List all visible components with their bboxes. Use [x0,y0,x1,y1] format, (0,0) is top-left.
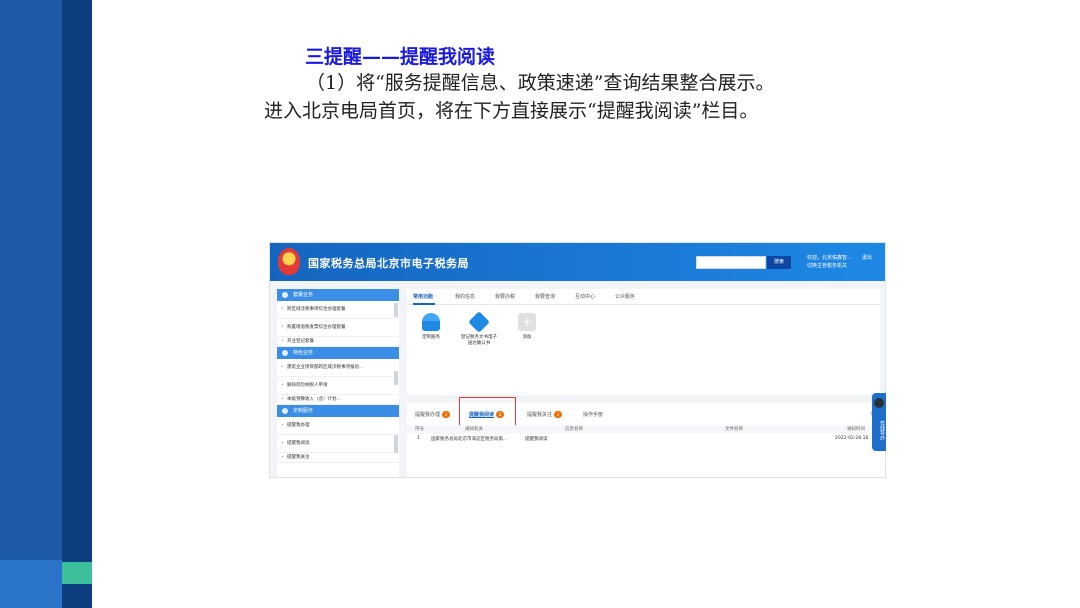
switch-tax-office-link[interactable]: 切换主管税务机关 [807,262,857,270]
add-icon: + [518,313,536,331]
assistant-avatar-icon [874,398,884,408]
count-badge: 1 [442,411,451,418]
slide-description-line1: （1）将“服务提醒信息、政策速递”查询结果整合展示。 [306,72,775,94]
sidebar-item[interactable]: 购置增值税发票综合办理套餐 [277,319,399,337]
tool-custom-service[interactable]: 定制服务 [411,313,451,340]
national-emblem-icon [278,248,300,275]
tool-label: 添加 [522,335,532,340]
person-icon [422,313,440,331]
sidebar-item[interactable]: 解除风险纳税人申请 [277,377,399,395]
slide-description-line2: 进入北京电局首页，将在下方直接展示“提醒我阅读”栏目。 [264,100,759,122]
slide: 三提醒——提醒我阅读 （1）将“服务提醒信息、政策速递”查询结果整合展示。 进入… [0,0,1080,608]
search-input[interactable] [696,256,766,269]
reminder-panel: 提醒我办理1 提醒我阅读1 提醒我关注1 操作手册 更多 序号 通知机关 信息名… [407,397,885,477]
sidebar-scrollbar[interactable] [394,303,398,317]
tool-document-confirm[interactable]: 登记税务文书电子送达确认书 [459,311,499,346]
cell-index: 1 [417,436,420,441]
decor-green-block [62,562,92,584]
sidebar-item[interactable]: 开业登记套餐 [277,337,399,347]
tool-label: 定制服务 [422,335,440,340]
tab-public[interactable]: 公众服务 [615,293,635,300]
column-header: 通知机关 [465,427,483,432]
sidebar-section-package[interactable]: 套餐业务 [277,289,399,301]
tab-remind-follow[interactable]: 提醒我关注 1 [527,411,563,418]
sidebar-item[interactable]: 跨区域涉税事项综合办理套餐 [277,301,399,319]
tab-label: 提醒我关注 [527,412,553,418]
column-header: 信息名称 [565,427,583,432]
sidebar-item[interactable]: 建筑企业项目部跨区域涉税事项报验... [277,359,399,377]
tab-interaction[interactable]: 互动中心 [575,293,595,300]
slide-heading: 三提醒——提醒我阅读 [305,46,496,68]
logout-link[interactable]: 退出 [862,254,872,262]
tool-add[interactable]: + 添加 [507,313,547,340]
portal-title: 国家税务总局北京市电子税务局 [308,257,469,270]
sidebar-scrollbar[interactable] [394,371,398,385]
cell-info-name: 提醒我阅读 [525,437,548,442]
user-greeting: 欢迎，北京佑鑫智... [807,255,852,261]
sidebar: 套餐业务 跨区域涉税事项综合办理套餐 购置增值税发票综合办理套餐 开业登记套餐 … [277,289,399,477]
search-button[interactable]: 搜索 [767,256,791,269]
tab-my-info[interactable]: 我的信息 [455,293,475,300]
column-header: 通知时间 [847,427,865,432]
document-check-icon [468,311,490,333]
cell-authority: 国家税务总局北京市海淀区税务局第... [431,437,508,442]
tab-query[interactable]: 我要查询 [535,293,555,300]
sidebar-item[interactable]: 本级预算收入（含）计划... [277,395,399,405]
portal-header: 国家税务总局北京市电子税务局 搜索 欢迎，北京佑鑫智... 切换主管税务机关 退… [270,243,885,281]
active-tab-indicator [413,303,435,305]
sidebar-item[interactable]: 提醒我办理 [277,417,399,435]
tab-label: 提醒我办理 [415,412,441,418]
tab-remind-handle[interactable]: 提醒我办理 1 [415,411,451,418]
decor-bar-left [0,0,62,608]
user-info: 欢迎，北京佑鑫智... 切换主管税务机关 [807,254,857,270]
sidebar-section-custom[interactable]: 定制服务 [277,405,399,417]
count-badge: 1 [554,411,563,418]
main-tabs: 常用功能 我的信息 我要办税 我要查询 互动中心 公众服务 [407,289,880,305]
sidebar-item[interactable]: 提醒我阅读 [277,435,399,453]
tab-tax-filing[interactable]: 我要办税 [495,293,515,300]
sidebar-section-special[interactable]: 特色业务 [277,347,399,359]
sidebar-scrollbar[interactable] [394,435,398,453]
widget-label: 在线导办 [879,420,885,440]
decor-bar-bottom [0,560,62,608]
tab-common[interactable]: 常用功能 [413,293,433,300]
tab-manual[interactable]: 操作手册 [583,411,603,418]
tax-portal-screenshot: 国家税务总局北京市电子税务局 搜索 欢迎，北京佑鑫智... 切换主管税务机关 退… [269,242,886,478]
function-panel: 常用功能 我的信息 我要办税 我要查询 互动中心 公众服务 定制服务 登记税务文… [407,289,880,395]
column-header: 文件名称 [725,427,743,432]
sidebar-item[interactable]: 提醒我关注 [277,453,399,463]
cell-time: 2022-02-28 16 [835,436,869,441]
table-header: 序号 通知机关 信息名称 文件名称 通知时间 [407,425,885,434]
decor-bar-mid [62,0,92,608]
column-header: 序号 [415,427,424,432]
tool-label: 登记税务文书电子送达确认书 [461,335,497,346]
